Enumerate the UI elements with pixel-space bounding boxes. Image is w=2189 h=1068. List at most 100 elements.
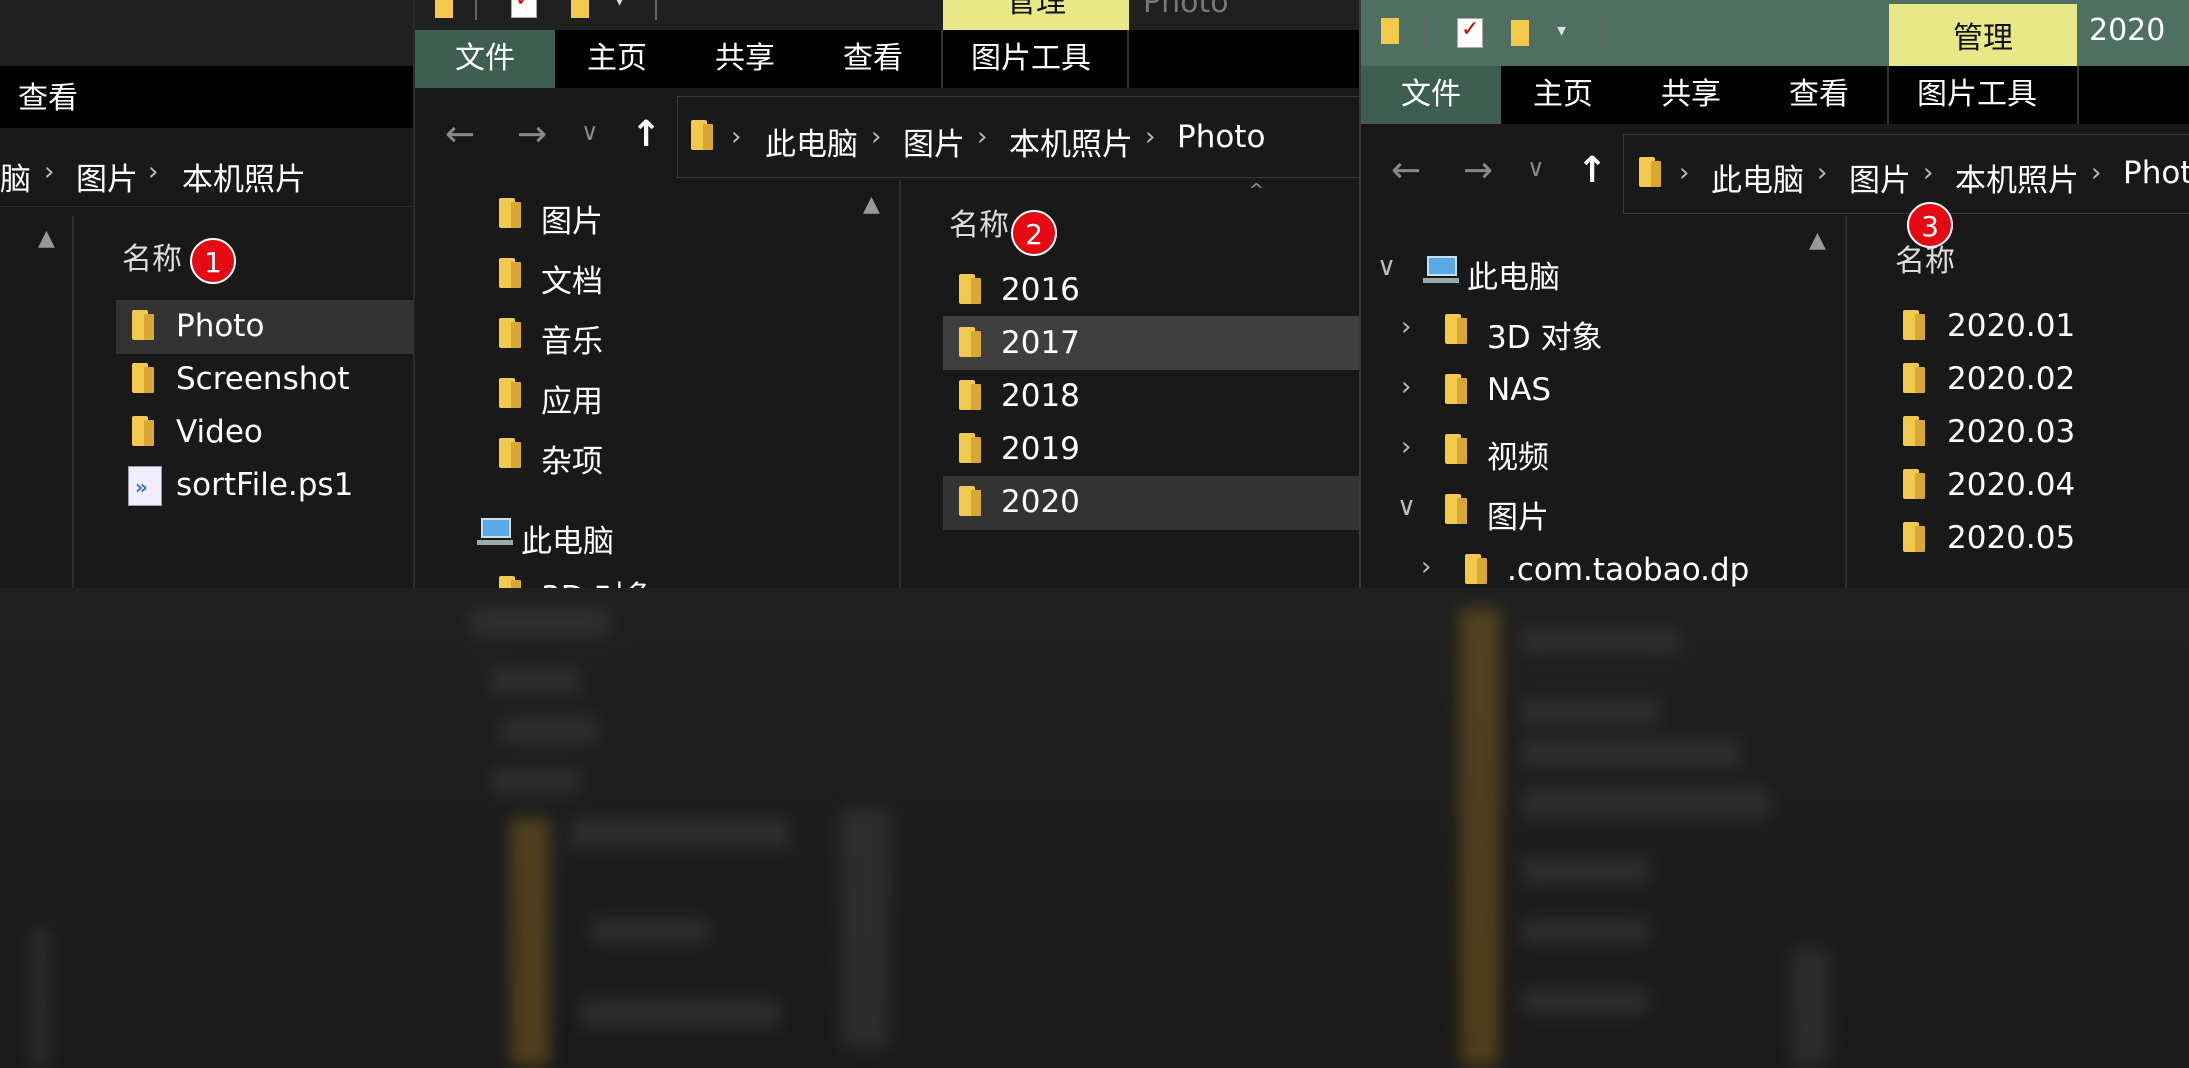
chevron-right-icon[interactable]: › bbox=[1401, 432, 1411, 462]
nav-item-apps[interactable]: 应用 bbox=[541, 376, 603, 421]
back-arrow-icon[interactable]: ← bbox=[1391, 150, 1421, 191]
nav-item-3d-objects[interactable]: 3D 对象 bbox=[541, 572, 656, 588]
breadcrumb-item[interactable]: Photo bbox=[1177, 119, 1265, 155]
list-item[interactable]: 2020.04 bbox=[1947, 467, 2075, 503]
tree-item-this-pc[interactable]: 此电脑 bbox=[1467, 252, 1560, 297]
nav-item-misc[interactable]: 杂项 bbox=[541, 436, 603, 481]
breadcrumb-item[interactable]: 此电脑 bbox=[765, 119, 858, 164]
list-item[interactable]: sortFile.ps1 bbox=[176, 467, 353, 503]
nav-item-this-pc[interactable]: 此电脑 bbox=[521, 516, 614, 561]
folder-icon bbox=[1903, 522, 1925, 552]
list-item[interactable]: 2016 bbox=[1001, 272, 1080, 308]
tab-home[interactable]: 主页 bbox=[587, 30, 647, 88]
breadcrumb-item[interactable]: Photo bbox=[2123, 155, 2189, 191]
blurred-content bbox=[490, 768, 580, 794]
list-item[interactable]: Video bbox=[176, 414, 263, 450]
folder-icon bbox=[499, 198, 521, 228]
list-item[interactable]: 2020 bbox=[1001, 484, 1080, 520]
list-item[interactable]: Photo bbox=[176, 308, 264, 344]
breadcrumb-item[interactable]: 图片 bbox=[1849, 155, 1911, 200]
up-arrow-icon[interactable]: ↑ bbox=[1577, 150, 1607, 191]
breadcrumb-item[interactable]: 图片 bbox=[903, 119, 965, 164]
blurred-content bbox=[1460, 608, 1500, 1066]
list-item[interactable]: 2020.03 bbox=[1947, 414, 2075, 450]
breadcrumb-separator-icon: › bbox=[1817, 158, 1828, 188]
up-arrow-icon[interactable]: ↑ bbox=[631, 114, 661, 155]
blurred-content bbox=[1520, 698, 1660, 724]
recent-dropdown-icon[interactable]: ∨ bbox=[1527, 154, 1545, 182]
folder-icon bbox=[959, 327, 981, 357]
folder-icon bbox=[691, 120, 713, 150]
pane-divider bbox=[72, 216, 74, 588]
tab-picture-tools[interactable]: 图片工具 bbox=[971, 30, 1091, 88]
breadcrumb-item[interactable]: 本机照片 bbox=[182, 154, 306, 199]
new-folder-icon[interactable] bbox=[1511, 20, 1529, 46]
chevron-down-icon[interactable]: ▾ bbox=[1557, 20, 1566, 41]
breadcrumb-item[interactable]: 本机照片 bbox=[1955, 155, 2079, 200]
chevron-right-icon[interactable]: › bbox=[1421, 552, 1431, 582]
list-item[interactable]: 2020.05 bbox=[1947, 520, 2075, 556]
tab-view[interactable]: 查看 bbox=[1789, 66, 1849, 124]
nav-item-music[interactable]: 音乐 bbox=[541, 316, 603, 361]
list-item[interactable]: 2020.01 bbox=[1947, 308, 2075, 344]
tab-file[interactable]: 文件 bbox=[415, 30, 555, 88]
properties-icon[interactable] bbox=[1457, 17, 1483, 48]
tree-item-3d-objects[interactable]: 3D 对象 bbox=[1487, 312, 1602, 357]
list-item[interactable]: 2018 bbox=[1001, 378, 1080, 414]
tab-picture-tools[interactable]: 图片工具 bbox=[1917, 66, 2037, 124]
quick-access-folder-icon[interactable] bbox=[435, 0, 453, 18]
recent-dropdown-icon[interactable]: ∨ bbox=[581, 118, 599, 146]
breadcrumb-item[interactable]: 图片 bbox=[76, 154, 138, 199]
new-folder-icon[interactable] bbox=[571, 0, 589, 18]
tab-manage[interactable]: 管理 bbox=[1889, 4, 2077, 66]
tree-item-nas[interactable]: NAS bbox=[1487, 372, 1551, 408]
breadcrumb-item[interactable]: 本机照片 bbox=[1009, 119, 1133, 164]
breadcrumb-item[interactable]: 此电脑 bbox=[1711, 155, 1804, 200]
nav-item-documents[interactable]: 文档 bbox=[541, 256, 603, 301]
explorer-window-2: ▾ 管理 Photo 文件 主页 共享 查看 图片工具 ← → ∨ ↑ › 此电… bbox=[413, 0, 1361, 588]
tab-file[interactable]: 文件 bbox=[1361, 66, 1501, 124]
forward-arrow-icon[interactable]: → bbox=[517, 114, 547, 155]
tab-view[interactable]: 查看 bbox=[843, 30, 903, 88]
chevron-right-icon[interactable]: › bbox=[1401, 372, 1411, 402]
properties-icon[interactable] bbox=[511, 0, 537, 18]
scroll-up-icon[interactable]: ▲ bbox=[1809, 228, 1826, 253]
blurred-content bbox=[1520, 788, 1770, 818]
tab-home[interactable]: 主页 bbox=[1533, 66, 1593, 124]
folder-icon bbox=[959, 433, 981, 463]
scroll-up-icon[interactable]: ▲ bbox=[863, 192, 880, 217]
tree-item-videos[interactable]: 视频 bbox=[1487, 432, 1549, 477]
list-item[interactable]: 2019 bbox=[1001, 431, 1080, 467]
column-header-name[interactable]: 名称 bbox=[122, 234, 182, 278]
quick-access-folder-icon[interactable] bbox=[1381, 18, 1399, 44]
folder-icon bbox=[1903, 416, 1925, 446]
list-item[interactable]: 2020.02 bbox=[1947, 361, 2075, 397]
chevron-right-icon[interactable]: › bbox=[1401, 312, 1411, 342]
chevron-down-icon[interactable]: ∨ bbox=[1397, 492, 1416, 522]
network-drive-icon bbox=[1445, 374, 1467, 404]
annotation-badge: 3 bbox=[1907, 202, 1953, 248]
tree-item-taobao[interactable]: .com.taobao.dp bbox=[1507, 552, 1749, 588]
tab-view[interactable]: 查看 bbox=[18, 70, 78, 128]
chevron-down-icon[interactable]: ▾ bbox=[615, 0, 624, 11]
chevron-down-icon[interactable]: ∨ bbox=[1377, 252, 1396, 282]
list-item[interactable]: Screenshot bbox=[176, 361, 350, 397]
toolbar-divider bbox=[475, 0, 477, 20]
toolbar-divider bbox=[1601, 16, 1603, 46]
scroll-up-icon[interactable]: ▲ bbox=[38, 226, 55, 251]
tab-share[interactable]: 共享 bbox=[1661, 66, 1721, 124]
list-item[interactable]: 2017 bbox=[1001, 325, 1080, 361]
breadcrumb-separator-icon: › bbox=[871, 122, 882, 152]
selected-row-highlight bbox=[116, 300, 413, 354]
blurred-content bbox=[590, 918, 710, 944]
tab-share[interactable]: 共享 bbox=[715, 30, 775, 88]
nav-item-pictures[interactable]: 图片 bbox=[541, 196, 603, 241]
back-arrow-icon[interactable]: ← bbox=[445, 114, 475, 155]
forward-arrow-icon[interactable]: → bbox=[1463, 150, 1493, 191]
breadcrumb-item[interactable]: 脑 bbox=[0, 154, 31, 199]
breadcrumb-separator-icon: › bbox=[148, 157, 159, 187]
column-header-name[interactable]: 名称 bbox=[949, 200, 1009, 244]
tab-manage[interactable]: 管理 bbox=[943, 0, 1129, 30]
sort-ascending-icon: ^ bbox=[1249, 180, 1265, 201]
tree-item-pictures[interactable]: 图片 bbox=[1487, 492, 1549, 537]
